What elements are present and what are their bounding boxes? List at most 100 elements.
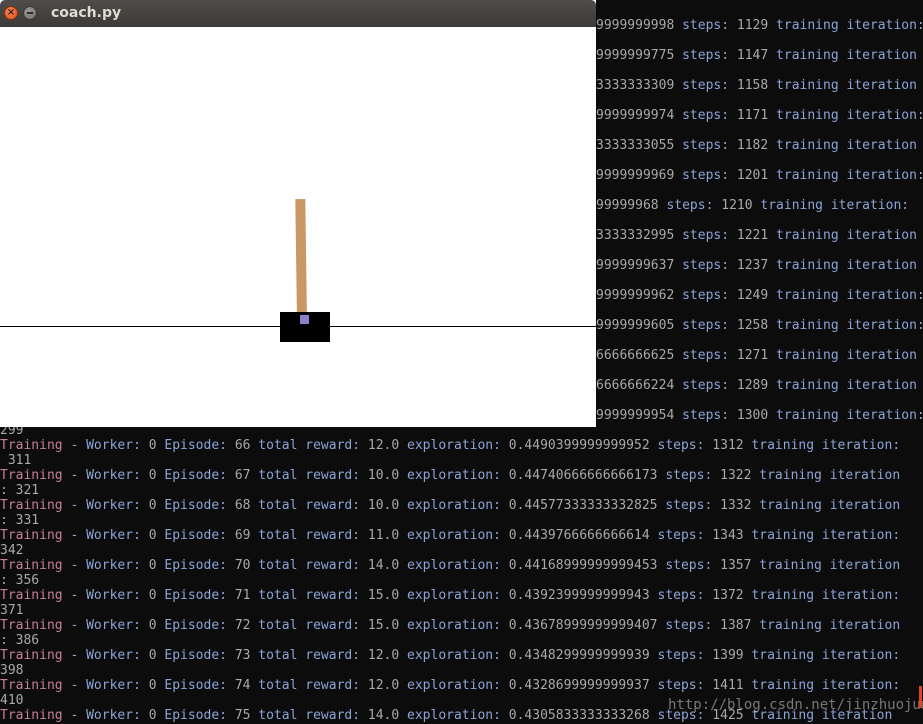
exploration-value: 0.44168999999999453 xyxy=(508,558,658,573)
training-label: Training xyxy=(0,678,63,693)
steps-key: steps: xyxy=(674,258,737,273)
exploration-value: 0.43678999999999407 xyxy=(508,618,658,633)
worker-value: 0 xyxy=(148,588,157,603)
exploration-tail: 9999999962 xyxy=(596,288,675,303)
exploration-tail: 9999999637 xyxy=(596,258,675,273)
steps-value: 1129 xyxy=(736,18,769,33)
terminal-line: Training - Worker: 0 Episode: 73 total r… xyxy=(0,648,900,663)
render-window[interactable]: × coach.py xyxy=(0,0,596,427)
terminal-line: Training - Worker: 0 Episode: 66 total r… xyxy=(0,438,900,453)
worker-value: 0 xyxy=(148,648,157,663)
worker-key: - Worker: xyxy=(62,618,149,633)
reward-value: 10.0 xyxy=(367,468,400,483)
iteration-key: training iteration: xyxy=(743,678,901,693)
terminal-line: 3333333309 steps: 1158 training iteratio… xyxy=(596,78,917,93)
reward-key: total reward: xyxy=(250,438,368,453)
exploration-tail: 3333333309 xyxy=(596,78,675,93)
episode-key: Episode: xyxy=(156,648,235,663)
iteration-key: training iteration: xyxy=(768,408,923,423)
iteration-key: training iteration: xyxy=(768,18,923,33)
close-icon[interactable]: × xyxy=(4,6,18,20)
reward-key: total reward: xyxy=(250,588,368,603)
terminal-line: 9999999998 steps: 1129 training iteratio… xyxy=(596,18,923,33)
reward-value: 12.0 xyxy=(367,648,400,663)
reward-value: 10.0 xyxy=(367,498,400,513)
terminal-line: Training - Worker: 0 Episode: 74 total r… xyxy=(0,678,900,693)
steps-value: 1182 xyxy=(736,138,769,153)
reward-value: 15.0 xyxy=(367,588,400,603)
steps-value: 1399 xyxy=(712,648,744,663)
wrapped-line-fragment: 398 xyxy=(0,663,24,678)
episode-value: 73 xyxy=(234,648,251,663)
scrollbar-marker[interactable] xyxy=(919,686,922,708)
terminal-line: 3333332995 steps: 1221 training iteratio… xyxy=(596,228,917,243)
terminal-line: 9999999974 steps: 1171 training iteratio… xyxy=(596,108,923,123)
worker-value: 0 xyxy=(148,678,157,693)
episode-key: Episode: xyxy=(156,588,235,603)
iteration-key: training iteration xyxy=(768,78,917,93)
iteration-key: training iteration: xyxy=(752,198,910,213)
iteration-key: training iteration: xyxy=(743,588,901,603)
steps-key: steps: xyxy=(674,78,737,93)
exploration-tail: 99999968 xyxy=(596,198,659,213)
window-titlebar[interactable]: × coach.py xyxy=(0,0,596,27)
terminal-line: Training - Worker: 0 Episode: 68 total r… xyxy=(0,498,900,513)
steps-value: 1221 xyxy=(736,228,769,243)
steps-value: 1171 xyxy=(736,108,769,123)
training-label: Training xyxy=(0,468,63,483)
iteration-key: training iteration: xyxy=(768,168,923,183)
episode-value: 66 xyxy=(234,438,251,453)
minimize-icon[interactable] xyxy=(23,6,37,20)
exploration-tail: 9999999605 xyxy=(596,318,675,333)
steps-value: 1411 xyxy=(712,678,744,693)
steps-value: 1322 xyxy=(720,468,752,483)
steps-value: 1147 xyxy=(736,48,769,63)
terminal-line: Training - Worker: 0 Episode: 67 total r… xyxy=(0,468,900,483)
training-label: Training xyxy=(0,558,63,573)
steps-key: steps: xyxy=(649,588,713,603)
exploration-value: 0.44740666666666173 xyxy=(508,468,658,483)
training-label: Training xyxy=(0,648,63,663)
worker-value: 0 xyxy=(148,528,157,543)
steps-value: 1312 xyxy=(712,438,744,453)
steps-value: 1258 xyxy=(736,318,769,333)
episode-key: Episode: xyxy=(156,438,235,453)
exploration-value: 0.4328699999999937 xyxy=(508,678,650,693)
exploration-value: 0.4348299999999939 xyxy=(508,648,650,663)
terminal-line: 3333333055 steps: 1182 training iteratio… xyxy=(596,138,917,153)
episode-value: 70 xyxy=(234,558,251,573)
exploration-key: exploration: xyxy=(399,678,509,693)
episode-value: 67 xyxy=(234,468,251,483)
worker-value: 0 xyxy=(148,438,157,453)
exploration-value: 0.4439766666666614 xyxy=(508,528,650,543)
steps-key: steps: xyxy=(649,648,713,663)
reward-value: 12.0 xyxy=(367,678,400,693)
iteration-key: training iteration xyxy=(768,258,917,273)
reward-key: total reward: xyxy=(250,618,368,633)
episode-value: 74 xyxy=(234,678,251,693)
exploration-key: exploration: xyxy=(399,528,509,543)
worker-value: 0 xyxy=(148,708,157,723)
reward-key: total reward: xyxy=(250,558,368,573)
steps-key: steps: xyxy=(674,168,737,183)
episode-key: Episode: xyxy=(156,678,235,693)
steps-value: 1289 xyxy=(736,378,769,393)
worker-value: 0 xyxy=(148,498,157,513)
worker-key: - Worker: xyxy=(62,498,149,513)
exploration-tail: 9999999954 xyxy=(596,408,675,423)
steps-key: steps: xyxy=(674,108,737,123)
terminal-line: 9999999605 steps: 1258 training iteratio… xyxy=(596,318,923,333)
exploration-value: 0.4305833333333268 xyxy=(508,708,650,723)
iteration-key: training iteration: xyxy=(768,318,923,333)
exploration-tail: 9999999974 xyxy=(596,108,675,123)
wrapped-line-fragment: : 321 xyxy=(0,483,40,498)
episode-key: Episode: xyxy=(156,558,235,573)
terminal-line: 99999968 steps: 1210 training iteration: xyxy=(596,198,909,213)
steps-key: steps: xyxy=(649,528,713,543)
training-label: Training xyxy=(0,498,63,513)
iteration-key: training iteration xyxy=(751,558,901,573)
reward-key: total reward: xyxy=(250,648,368,663)
exploration-tail: 3333333055 xyxy=(596,138,675,153)
steps-value: 1343 xyxy=(712,528,744,543)
wrapped-line-fragment: 410 xyxy=(0,693,24,708)
